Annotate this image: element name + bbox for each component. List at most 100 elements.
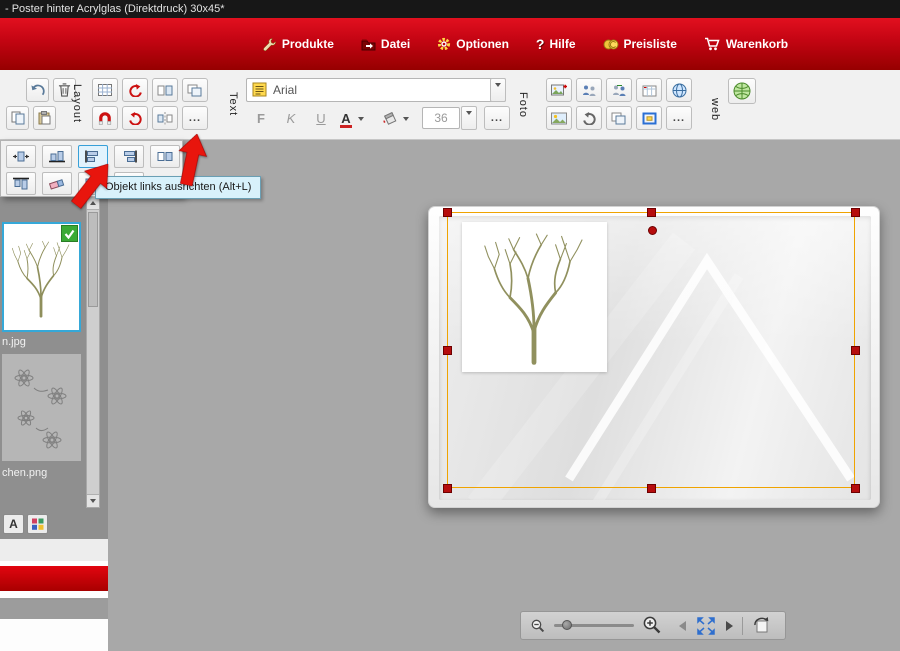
toolbar-section-layout: Layout [71, 84, 83, 123]
menu-label: Preisliste [624, 37, 677, 51]
duplicate-icon[interactable] [182, 78, 208, 102]
web-globe-icon[interactable] [728, 78, 756, 104]
file-folder-icon [361, 38, 376, 51]
swap-photos-icon[interactable] [576, 78, 602, 102]
tools-icon [262, 37, 277, 51]
selection-handle-bottom-center[interactable] [647, 484, 656, 493]
scroll-down-button[interactable] [87, 494, 99, 507]
selection-handle-top-left[interactable] [443, 208, 452, 217]
collapsed-panel-gray[interactable] [0, 598, 108, 619]
menu-warenkorb[interactable]: Warenkorb [704, 37, 788, 51]
font-color-dropdown-icon[interactable] [355, 106, 367, 130]
layout-more-button[interactable]: ... [182, 106, 208, 130]
photo-table-icon[interactable] [636, 78, 662, 102]
tree-thumbnail-graphic [6, 232, 76, 324]
menu-label: Datei [381, 37, 410, 51]
photo-frame-icon[interactable] [636, 106, 662, 130]
help-icon: ? [536, 36, 545, 52]
selection-handle-mid-left[interactable] [443, 346, 452, 355]
title-bar: - Poster hinter Acrylglas (Direktdruck) … [0, 0, 900, 18]
add-photo-icon[interactable] [546, 78, 572, 102]
flip-pages-icon[interactable] [152, 78, 178, 102]
font-color-button[interactable]: A [336, 106, 356, 130]
text-search-button[interactable]: A [3, 514, 24, 534]
sidebar-scrollbar[interactable] [86, 196, 100, 508]
cart-icon [704, 37, 721, 51]
rotate-right-icon[interactable] [122, 106, 148, 130]
gear-icon [437, 37, 451, 51]
file-name-label: chen.png [2, 467, 47, 479]
zoom-slider-handle[interactable] [562, 620, 572, 630]
menu-hilfe[interactable]: ? Hilfe [536, 36, 576, 52]
file-name-label: n.jpg [2, 336, 26, 348]
zoom-slider[interactable] [554, 624, 634, 627]
align-right-icon[interactable] [114, 145, 144, 168]
italic-button[interactable]: K [278, 106, 304, 130]
toolbar-section-foto: Foto [517, 92, 529, 118]
zoom-out-icon[interactable] [531, 619, 545, 633]
menu-produkte[interactable]: Produkte [262, 37, 334, 51]
rotate-view-icon[interactable] [752, 616, 772, 635]
fill-color-icon[interactable] [380, 106, 400, 130]
font-family-dropdown-icon[interactable] [490, 78, 506, 102]
menu-label: Produkte [282, 37, 334, 51]
collapsed-panel-light[interactable] [0, 539, 108, 561]
font-size-dropdown-icon[interactable] [461, 106, 477, 130]
photo-rotate-icon[interactable] [576, 106, 602, 130]
grid-icon[interactable] [92, 78, 118, 102]
copy-icon[interactable] [6, 106, 29, 130]
selection-handle-mid-right[interactable] [851, 346, 860, 355]
align-bottom-icon[interactable] [42, 145, 72, 168]
toolbar: Layout ... Text Arial F K U A 36 ... Fot… [0, 70, 900, 140]
font-color-letter: A [341, 111, 350, 126]
replace-photo-icon[interactable] [606, 78, 632, 102]
selection-box [447, 212, 855, 488]
thumbnail-tree-image[interactable] [2, 222, 81, 332]
menu-preisliste[interactable]: Preisliste [603, 37, 677, 51]
selection-handle-bottom-right[interactable] [851, 484, 860, 493]
magnet-icon[interactable] [92, 106, 118, 130]
underline-button[interactable]: U [308, 106, 334, 130]
toolbar-section-web: web [709, 98, 721, 121]
bold-button[interactable]: F [248, 106, 274, 130]
selection-handle-bottom-left[interactable] [443, 484, 452, 493]
menu-datei[interactable]: Datei [361, 37, 410, 51]
menu-label: Hilfe [549, 37, 575, 51]
next-view-icon[interactable] [726, 621, 733, 631]
letter-a-icon: A [9, 517, 18, 531]
panel-divider [0, 591, 108, 598]
thumbnail-flowers-image[interactable] [2, 354, 81, 461]
fit-to-screen-icon[interactable] [695, 616, 717, 636]
previous-view-icon[interactable] [679, 621, 686, 631]
font-size-value: 36 [434, 111, 447, 125]
selection-handle-top-right[interactable] [851, 208, 860, 217]
align-center-horizontal-icon[interactable] [6, 145, 36, 168]
photo-effects-icon[interactable] [546, 106, 572, 130]
font-size-input[interactable]: 36 [422, 107, 460, 129]
rotation-handle[interactable] [648, 226, 657, 235]
window-title: - Poster hinter Acrylglas (Direktdruck) … [5, 3, 224, 15]
align-top-icon[interactable] [6, 172, 36, 195]
undo-icon[interactable] [26, 78, 49, 102]
app-window: - Poster hinter Acrylglas (Direktdruck) … [0, 0, 900, 651]
color-grid-button[interactable] [27, 514, 48, 534]
photo-globe-icon[interactable] [666, 78, 692, 102]
selected-check-icon [61, 225, 78, 242]
collapsed-panel-white [0, 619, 108, 651]
font-family-select[interactable]: Arial [246, 78, 506, 102]
mirror-icon[interactable] [152, 106, 178, 130]
rotate-left-icon[interactable] [122, 78, 148, 102]
selection-handle-top-center[interactable] [647, 208, 656, 217]
fill-color-dropdown-icon[interactable] [400, 106, 412, 130]
text-more-button[interactable]: ... [484, 106, 510, 130]
photo-copy-icon[interactable] [606, 106, 632, 130]
foto-more-button[interactable]: ... [666, 106, 692, 130]
menu-optionen[interactable]: Optionen [437, 37, 509, 51]
paste-icon[interactable] [33, 106, 56, 130]
collapsed-panel-red[interactable] [0, 566, 108, 591]
font-family-value: Arial [273, 83, 297, 97]
menu-label: Warenkorb [726, 37, 788, 51]
zoom-in-icon[interactable] [643, 616, 662, 635]
scrollbar-thumb[interactable] [88, 212, 98, 307]
photo-sidebar: n.jpg chen.png A [0, 140, 108, 651]
